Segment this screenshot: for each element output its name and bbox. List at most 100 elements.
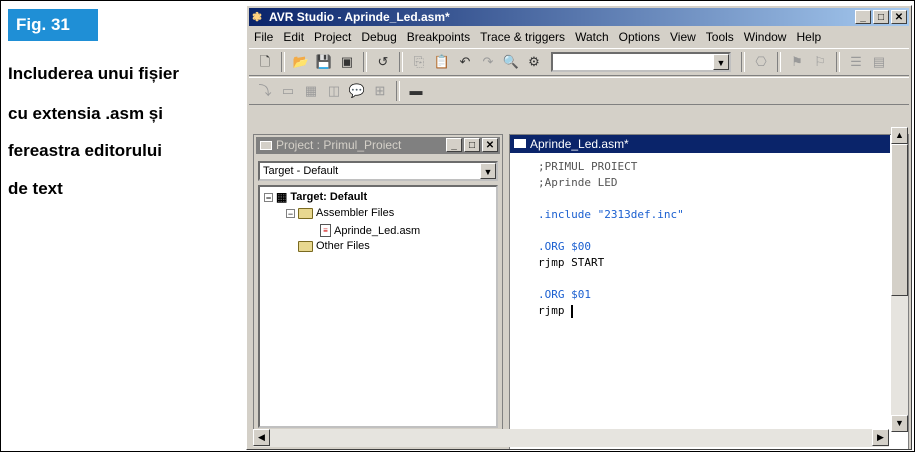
project-pane-controls: _ □ ✕ bbox=[446, 138, 498, 152]
folder-open-icon bbox=[298, 207, 313, 219]
code-editor[interactable]: ;PRIMUL PROIECT ;Aprinde LED .include "2… bbox=[538, 159, 684, 319]
editor-title-bar[interactable]: Aprinde_Led.asm* bbox=[510, 135, 890, 153]
minimize-button[interactable]: _ bbox=[446, 138, 462, 152]
project-pane-title-bar[interactable]: Project : Primul_Proiect _ □ ✕ bbox=[256, 137, 500, 154]
menu-breakpoints[interactable]: Breakpoints bbox=[407, 28, 470, 46]
menu-file[interactable]: File bbox=[254, 28, 273, 46]
vertical-scrollbar[interactable]: ▲ ▼ bbox=[891, 127, 908, 432]
chevron-down-icon[interactable]: ▼ bbox=[713, 54, 729, 70]
menu-project[interactable]: Project bbox=[314, 28, 351, 46]
menu-window[interactable]: Window bbox=[744, 28, 787, 46]
collapse-icon[interactable]: − bbox=[264, 192, 273, 202]
tree-node-other-files[interactable]: Other Files bbox=[298, 240, 370, 252]
processor-icon[interactable]: ⊞ bbox=[370, 81, 390, 101]
paste-icon[interactable]: 📋 bbox=[432, 52, 452, 72]
tree-node-target-label: Target: Default bbox=[290, 191, 368, 203]
scroll-thumb[interactable] bbox=[891, 144, 908, 296]
io-view-icon[interactable]: ◫ bbox=[324, 81, 344, 101]
project-pane-title: Project : Primul_Proiect bbox=[276, 138, 402, 152]
title-bar[interactable]: ❃ AVR Studio - Aprinde_Led.asm* _ □ ✕ bbox=[249, 8, 909, 26]
build-icon[interactable]: ⎔ bbox=[751, 52, 771, 72]
menu-watch[interactable]: Watch bbox=[575, 28, 609, 46]
scroll-down-icon[interactable]: ▼ bbox=[891, 415, 908, 432]
menu-help[interactable]: Help bbox=[796, 28, 821, 46]
scroll-left-icon[interactable]: ◀ bbox=[253, 429, 270, 446]
caption-line-3: fereastra editorului bbox=[8, 141, 162, 160]
collapse-icon[interactable]: − bbox=[286, 208, 295, 218]
new-file-icon[interactable]: 🗋 bbox=[255, 52, 275, 72]
close-button[interactable]: ✕ bbox=[482, 138, 498, 152]
menu-debug[interactable]: Debug bbox=[361, 28, 396, 46]
gear-icon[interactable]: ⚙ bbox=[524, 52, 544, 72]
chevron-down-icon[interactable]: ▼ bbox=[480, 163, 496, 179]
open-folder-icon[interactable]: 📂 bbox=[291, 52, 311, 72]
code-line: .ORG $00 bbox=[538, 240, 591, 253]
code-line: .include "2313def.inc" bbox=[538, 208, 684, 221]
memory-icon[interactable]: ▦ bbox=[301, 81, 321, 101]
target-select-value: Target - Default bbox=[263, 165, 339, 177]
code-line-text: rjmp bbox=[538, 304, 572, 317]
list-icon[interactable]: ☰ bbox=[846, 52, 866, 72]
caption-line-2: cu extensia .asm și bbox=[8, 104, 163, 123]
toolbar-separator bbox=[363, 52, 367, 72]
list-alt-icon[interactable]: ▤ bbox=[869, 52, 889, 72]
code-line: .ORG $01 bbox=[538, 288, 591, 301]
undo-icon[interactable]: ↶ bbox=[455, 52, 475, 72]
code-line-current: rjmp bbox=[538, 303, 684, 319]
toolbar-separator bbox=[741, 52, 745, 72]
redo-icon[interactable]: ↷ bbox=[478, 52, 498, 72]
copy-icon[interactable]: ⎘ bbox=[409, 52, 429, 72]
menu-trace-triggers[interactable]: Trace & triggers bbox=[480, 28, 565, 46]
avr-studio-window: ❃ AVR Studio - Aprinde_Led.asm* _ □ ✕ Fi… bbox=[246, 5, 912, 450]
bookmark-next-icon[interactable]: ⚐ bbox=[810, 52, 830, 72]
project-pane: Project : Primul_Proiect _ □ ✕ Target - … bbox=[253, 134, 503, 432]
chip-icon[interactable]: ▬ bbox=[406, 81, 426, 101]
document-icon bbox=[514, 139, 526, 148]
tree-node-target[interactable]: − ▦ Target: Default bbox=[264, 191, 367, 203]
asm-file-icon: ≡ bbox=[320, 224, 331, 237]
save-icon[interactable]: 💾 bbox=[314, 52, 334, 72]
toolbar-separator bbox=[399, 52, 403, 72]
register-icon[interactable]: ▭ bbox=[278, 81, 298, 101]
window-title: AVR Studio - Aprinde_Led.asm* bbox=[269, 10, 450, 24]
tree-node-file[interactable]: ≡ Aprinde_Led.asm bbox=[320, 224, 420, 237]
maximize-button[interactable]: □ bbox=[873, 10, 889, 24]
caption-line-1: Includerea unui fișier bbox=[8, 64, 179, 83]
tree-node-file-label: Aprinde_Led.asm bbox=[334, 224, 421, 237]
tree-node-assembler-files[interactable]: − Assembler Files bbox=[286, 207, 394, 219]
tree-node-assembler-files-label: Assembler Files bbox=[316, 207, 395, 219]
reload-icon[interactable]: ↺ bbox=[373, 52, 393, 72]
close-button[interactable]: ✕ bbox=[891, 10, 907, 24]
tree-node-other-files-label: Other Files bbox=[316, 240, 370, 252]
maximize-button[interactable]: □ bbox=[464, 138, 480, 152]
minimize-button[interactable]: _ bbox=[855, 10, 871, 24]
editor-pane: Aprinde_Led.asm* ;PRIMUL PROIECT ;Aprind… bbox=[509, 127, 909, 449]
step-icon[interactable]: ⤵ bbox=[255, 81, 275, 101]
caption-line-4: de text bbox=[8, 179, 63, 198]
scroll-up-icon[interactable]: ▲ bbox=[891, 127, 908, 144]
target-icon: ▦ bbox=[276, 190, 288, 204]
folder-icon bbox=[298, 240, 313, 252]
main-toolbar: 🗋 📂 💾 ▣ ↺ ⎘ 📋 ↶ ↷ 🔍 ⚙ ▼ ⎔ ⚑ ⚐ ☰ ▤ bbox=[249, 48, 909, 76]
message-icon[interactable]: 💬 bbox=[347, 81, 367, 101]
menu-view[interactable]: View bbox=[670, 28, 696, 46]
bookmark-icon[interactable]: ⚑ bbox=[787, 52, 807, 72]
search-combo[interactable]: ▼ bbox=[551, 52, 731, 72]
window-controls: _ □ ✕ bbox=[855, 10, 907, 24]
save-all-icon[interactable]: ▣ bbox=[337, 52, 357, 72]
menu-edit[interactable]: Edit bbox=[283, 28, 304, 46]
target-select[interactable]: Target - Default ▼ bbox=[258, 161, 498, 181]
code-line: ;Aprinde LED bbox=[538, 176, 618, 189]
code-line: ;PRIMUL PROIECT bbox=[538, 160, 638, 173]
toolbar-separator bbox=[836, 52, 840, 72]
menu-options[interactable]: Options bbox=[619, 28, 660, 46]
app-icon: ❃ bbox=[252, 10, 263, 24]
find-icon[interactable]: 🔍 bbox=[501, 52, 521, 72]
menu-tools[interactable]: Tools bbox=[706, 28, 734, 46]
editor-title: Aprinde_Led.asm* bbox=[530, 137, 629, 151]
code-line: rjmp START bbox=[538, 256, 605, 269]
horizontal-scrollbar[interactable]: ◀ ▶ bbox=[253, 429, 889, 447]
scroll-right-icon[interactable]: ▶ bbox=[872, 429, 889, 446]
